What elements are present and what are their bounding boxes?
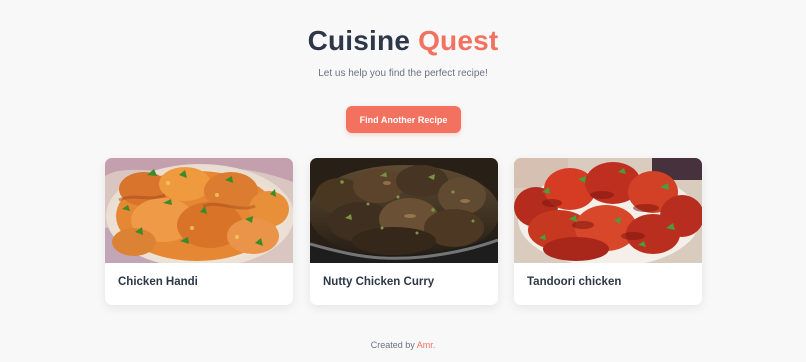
recipe-finder-page: Cuisine Quest Let us help you find the p… — [0, 0, 806, 362]
recipe-card[interactable]: Nutty Chicken Curry — [310, 158, 498, 305]
find-another-recipe-button[interactable]: Find Another Recipe — [346, 106, 461, 133]
chicken-handi-image — [105, 158, 293, 263]
recipe-title: Tandoori chicken — [527, 276, 622, 288]
page-subtitle: Let us help you find the perfect recipe! — [318, 68, 488, 79]
page-title: Cuisine Quest — [0, 24, 806, 58]
recipe-title: Chicken Handi — [118, 276, 198, 288]
tandoori-chicken-image — [514, 158, 702, 263]
recipe-card[interactable]: Tandoori chicken — [514, 158, 702, 305]
title-primary: Cuisine — [307, 25, 411, 56]
author-link[interactable]: Amr. — [417, 340, 436, 350]
title-accent: Quest — [418, 25, 499, 56]
recipe-card[interactable]: Chicken Handi — [105, 158, 293, 305]
footer-credit: Created by Amr. — [0, 340, 806, 350]
created-by-text: Created by — [370, 340, 415, 350]
recipe-title: Nutty Chicken Curry — [323, 276, 435, 288]
nutty-chicken-curry-image — [310, 158, 498, 263]
recipe-card-grid: Chicken Handi Nutty Chicken Curry Tandoo… — [105, 158, 702, 305]
